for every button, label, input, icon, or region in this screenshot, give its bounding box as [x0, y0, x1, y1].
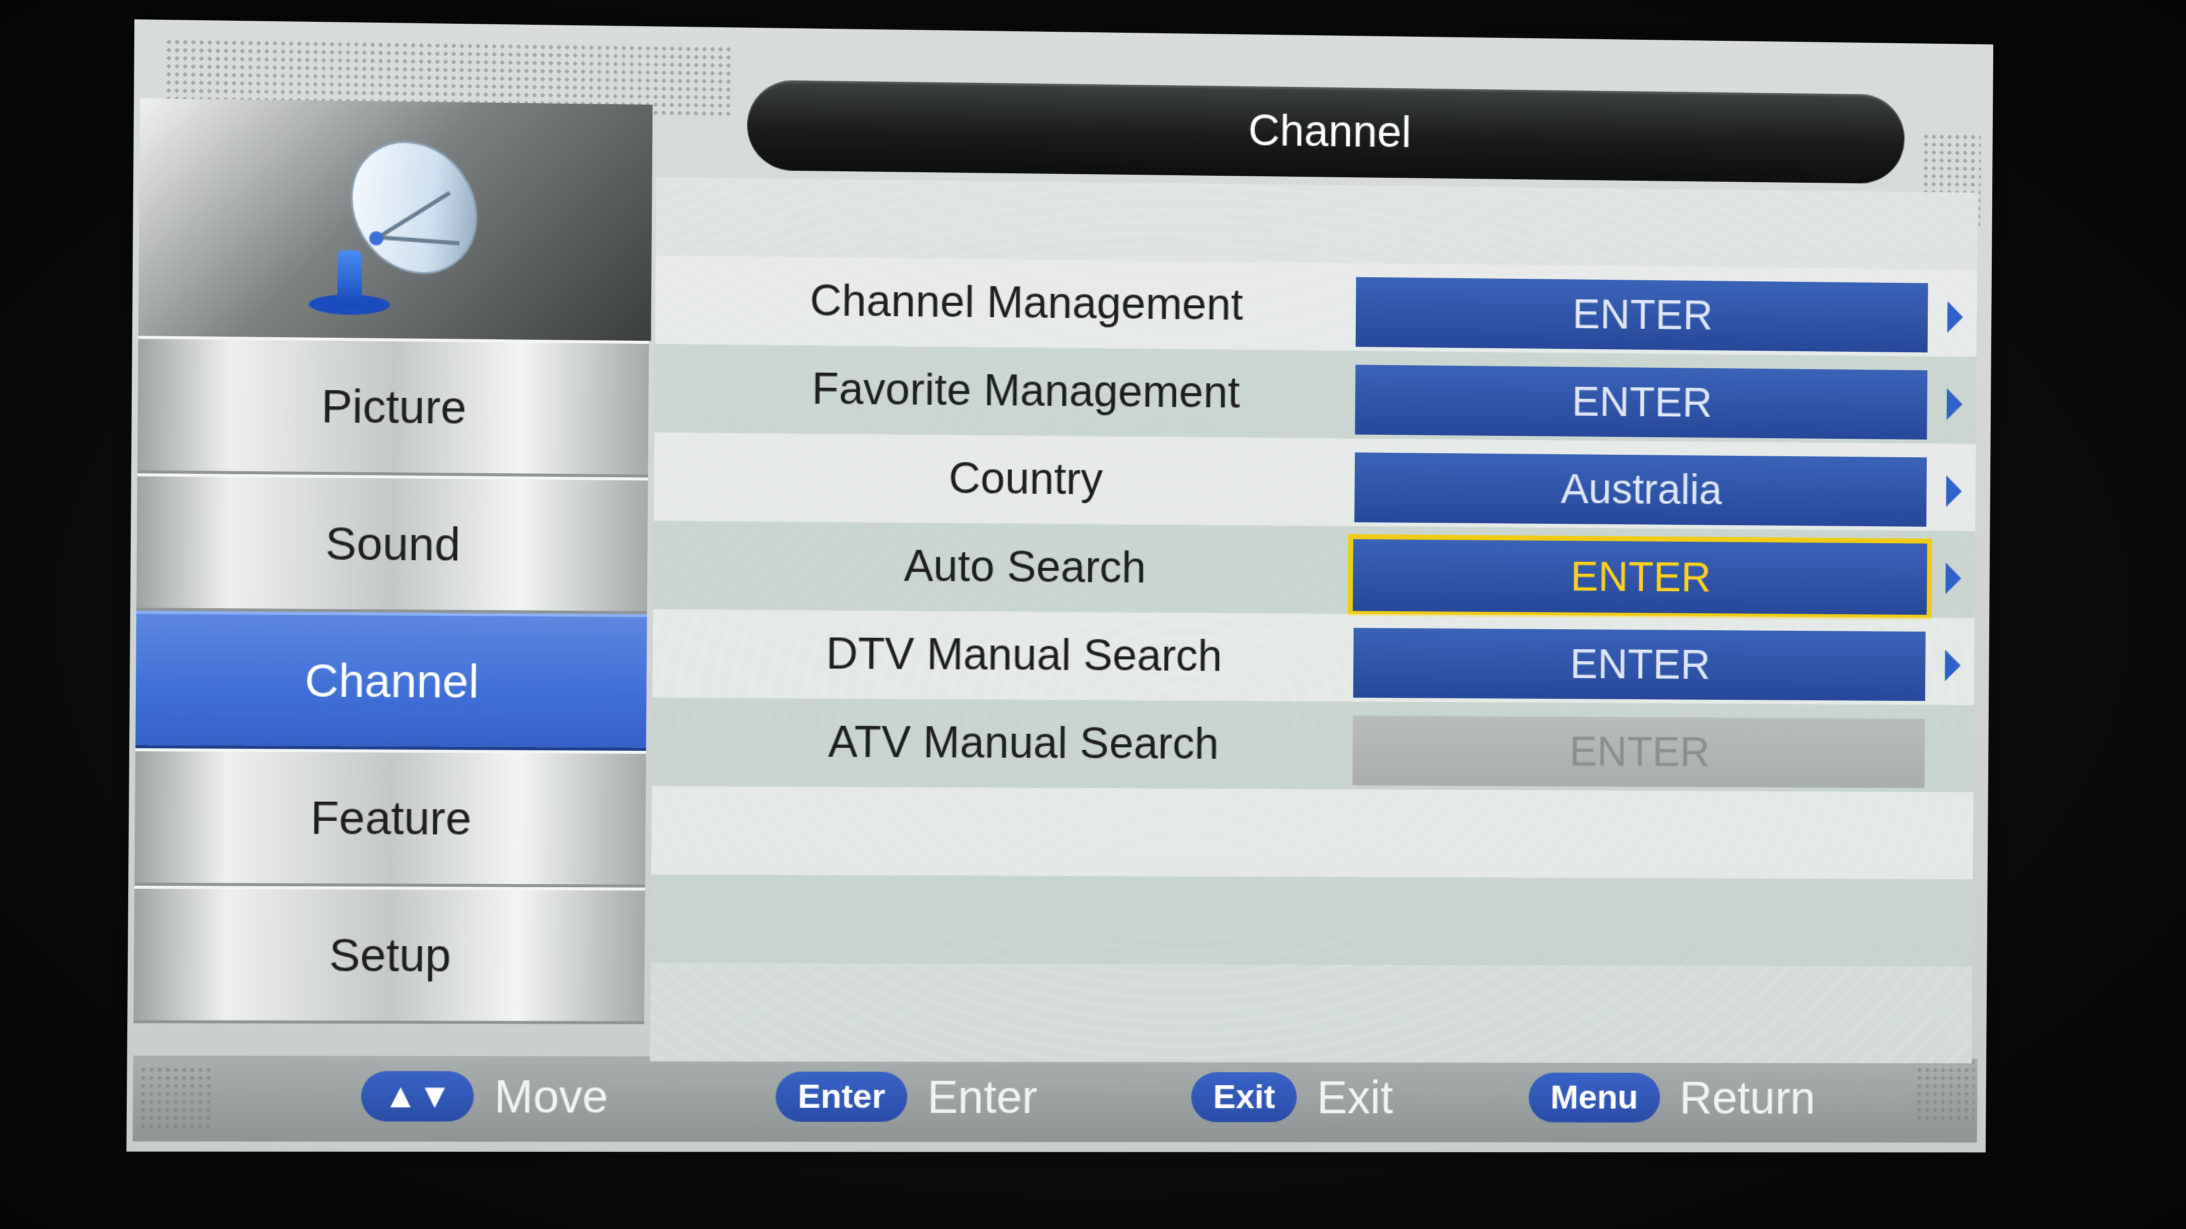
menu-row-label: ATV Manual Search [652, 698, 1393, 790]
hint-label: Return [1679, 1071, 1815, 1125]
menu-row-channel-management[interactable]: Channel Management ENTER [655, 255, 1977, 356]
decorative-dot-pattern [1915, 1058, 1974, 1122]
menu-row-label: Channel Management [655, 255, 1396, 351]
enter-button[interactable]: ENTER [1353, 628, 1925, 701]
menu-row-atv-manual-search: ATV Manual Search ENTER [652, 698, 1974, 793]
sidebar-item-setup[interactable]: Setup [133, 886, 645, 1024]
menu-row-label: Country [654, 432, 1395, 526]
enter-key-badge: Enter [775, 1072, 907, 1122]
hint-menu: Menu Return [1528, 1063, 1815, 1133]
sidebar-item-feature[interactable]: Feature [134, 748, 646, 887]
footer-hints: ▲▼ Move Enter Enter Exit Exit Menu Retur… [228, 1051, 1888, 1148]
menu-title-bar: Channel [747, 80, 1905, 184]
enter-button[interactable]: ENTER [1348, 534, 1932, 620]
arrow-right-icon [1947, 388, 1963, 420]
sidebar: Picture Sound Channel Feature Setup [133, 98, 652, 1049]
hint-label: Exit [1317, 1070, 1394, 1124]
up-down-arrows-icon: ▲▼ [361, 1071, 474, 1122]
hint-enter: Enter Enter [775, 1062, 1037, 1132]
channel-settings-panel: Channel Management ENTER Favorite Manage… [650, 177, 1978, 1063]
exit-key-badge: Exit [1191, 1072, 1297, 1122]
menu-title: Channel [747, 80, 1905, 184]
enter-button[interactable]: ENTER [1356, 277, 1928, 352]
arrow-right-icon [1946, 475, 1962, 507]
hint-move: ▲▼ Move [361, 1061, 608, 1132]
menu-row-favorite-management[interactable]: Favorite Management ENTER [654, 344, 1976, 444]
sidebar-item-picture[interactable]: Picture [137, 336, 649, 478]
menu-row-dtv-manual-search[interactable]: DTV Manual Search ENTER [652, 609, 1974, 705]
category-icon-panel [138, 98, 652, 341]
hint-label: Enter [927, 1070, 1037, 1124]
arrow-right-icon [1945, 650, 1961, 682]
arrow-right-icon [1947, 301, 1963, 333]
country-selector[interactable]: Australia [1354, 452, 1926, 526]
tv-osd-menu: Channel Picture Sound Channel Feature Se… [126, 19, 1993, 1152]
satellite-dish-icon [307, 131, 491, 325]
hint-label: Move [494, 1069, 608, 1123]
menu-row-country[interactable]: Country Australia [654, 432, 1976, 531]
enter-button-disabled: ENTER [1353, 716, 1925, 788]
menu-row-auto-search[interactable]: Auto Search ENTER [653, 521, 1975, 618]
enter-button[interactable]: ENTER [1355, 365, 1927, 440]
sidebar-item-channel[interactable]: Channel [135, 611, 647, 751]
arrow-right-icon [1945, 562, 1961, 594]
sidebar-item-sound[interactable]: Sound [136, 473, 648, 614]
decorative-dot-pattern [139, 1066, 211, 1132]
menu-key-badge: Menu [1529, 1073, 1660, 1123]
menu-row-empty [651, 874, 1973, 966]
tv-screen: Channel Picture Sound Channel Feature Se… [0, 0, 2186, 1229]
menu-row-label: DTV Manual Search [652, 609, 1393, 702]
menu-row-empty [651, 786, 1973, 879]
menu-row-label: Favorite Management [654, 344, 1395, 439]
menu-row-label: Auto Search [653, 521, 1394, 614]
hint-exit: Exit Exit [1191, 1062, 1393, 1132]
